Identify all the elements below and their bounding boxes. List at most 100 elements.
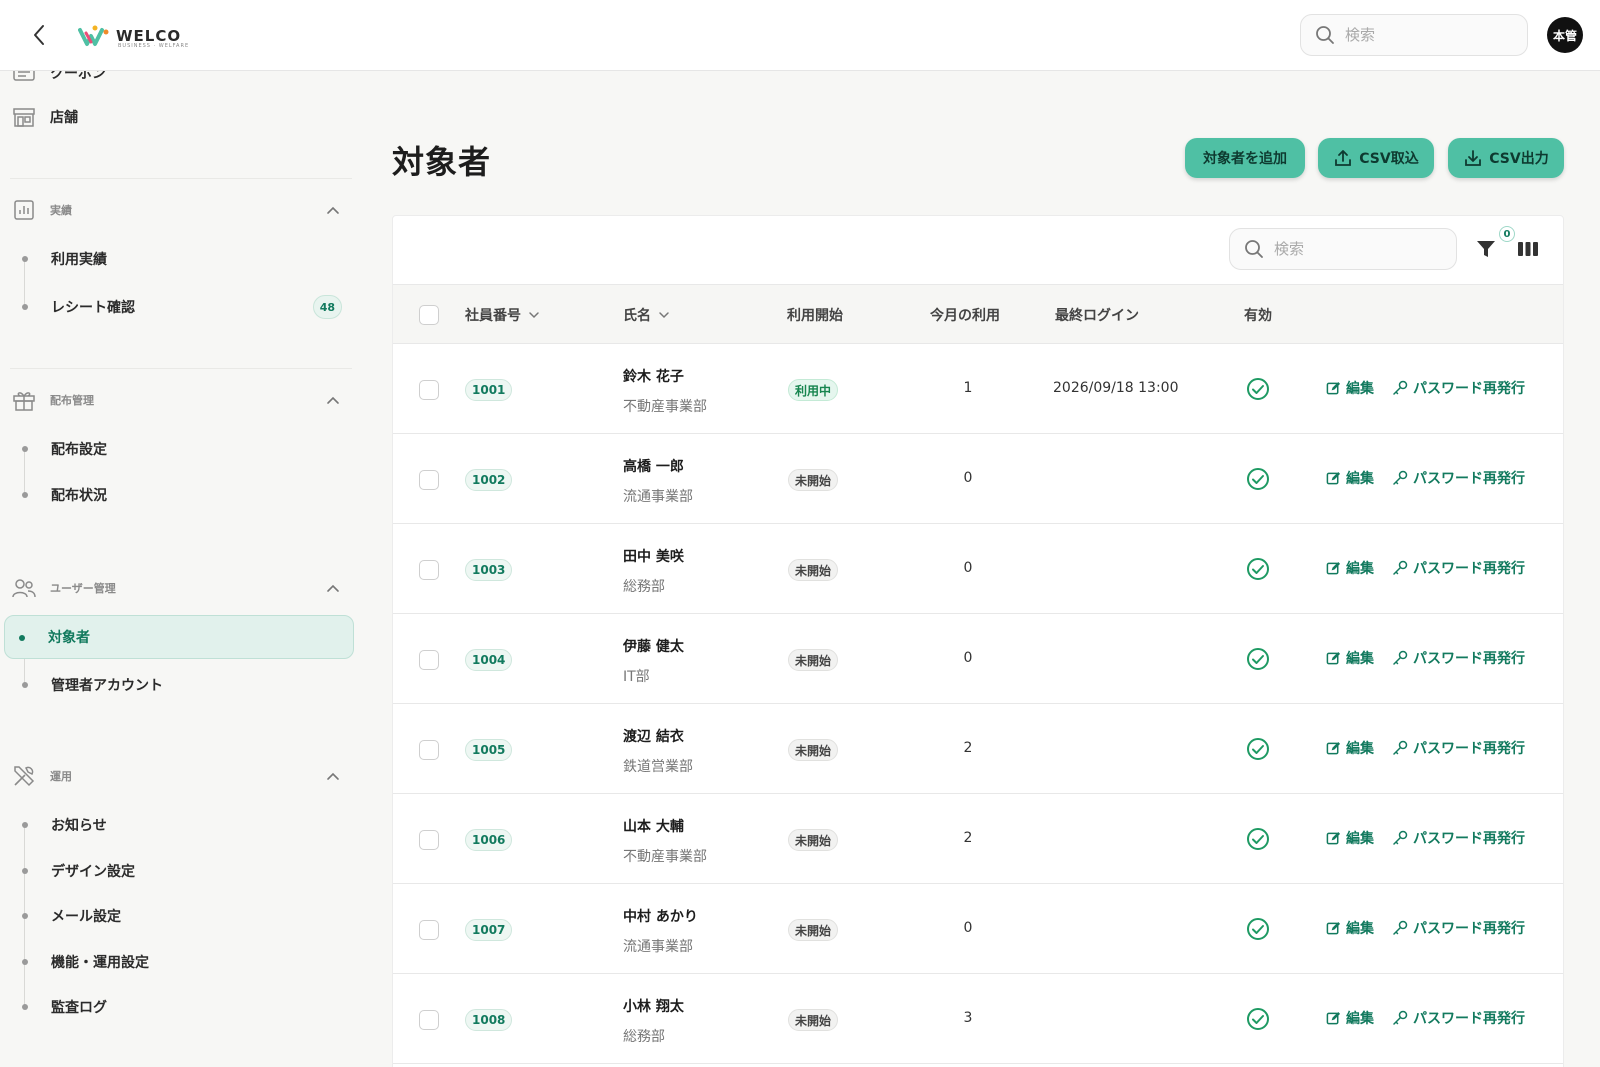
section-title: 運用 [50,770,72,783]
key-icon [1393,740,1408,755]
edit-button[interactable]: 編集 [1326,1008,1374,1028]
sidebar-item-store[interactable]: 店舗 [10,95,356,139]
employee-department: 総務部 [623,579,665,595]
table-search[interactable] [1229,228,1457,270]
edit-button[interactable]: 編集 [1326,378,1374,398]
sidebar-item-targets[interactable]: 対象者 [4,615,354,659]
sidebar-item-design-settings[interactable]: デザイン設定 [8,849,354,893]
edit-icon [1326,741,1341,754]
ticket-icon [10,71,38,87]
row-checkbox[interactable] [419,830,439,850]
sidebar-item-mail-settings[interactable]: メール設定 [8,894,354,938]
edit-icon [1326,471,1341,484]
row-checkbox[interactable] [419,740,439,760]
section-title: 実績 [50,204,72,217]
sidebar-item-coupon[interactable]: クーポン [10,71,356,95]
edit-label: 編集 [1346,1011,1374,1027]
bullet-dot [22,822,28,828]
add-target-button[interactable]: 対象者を追加 [1185,138,1305,178]
select-all-checkbox[interactable] [419,305,439,325]
table-row[interactable]: 1002 高橋 一郎 流通事業部 未開始 0 編集 パスワード再発行 [393,434,1563,524]
tools-icon [10,762,38,790]
reset-password-button[interactable]: パスワード再発行 [1392,468,1525,488]
employee-name: 田中 美咲 [623,549,684,565]
table-row[interactable]: 1003 田中 美咲 総務部 未開始 0 編集 パスワード再発行 [393,524,1563,614]
edit-button[interactable]: 編集 [1326,558,1374,578]
row-checkbox[interactable] [419,650,439,670]
employee-number-badge: 1006 [465,829,513,851]
chevron-up-icon[interactable] [324,391,342,409]
table-row[interactable]: 1005 渡辺 結衣 鉄道営業部 未開始 2 編集 パスワード再発行 [393,704,1563,794]
table-row[interactable]: 1004 伊藤 健太 IT部 未開始 0 編集 パスワード再発行 [393,614,1563,704]
edit-icon [1326,921,1341,934]
back-button[interactable] [26,22,52,48]
section-results[interactable]: 実績 [10,195,350,225]
row-checkbox[interactable] [419,1010,439,1030]
targets-table-card: 0 社員番号 氏名 利用開始 今月の利用 最終ログイン 有効 1001 鈴木 花子… [392,215,1564,1067]
edit-label: 編集 [1346,381,1374,397]
table-row[interactable]: 1008 小林 翔太 総務部 未開始 3 編集 パスワード再発行 [393,974,1563,1064]
column-header-emp-no[interactable]: 社員番号 [465,305,541,325]
search-icon [1316,26,1334,44]
sidebar-item-usage-results[interactable]: 利用実績 [8,237,354,281]
sidebar-item-feature-settings[interactable]: 機能・運用設定 [8,940,354,984]
edit-button[interactable]: 編集 [1326,918,1374,938]
reset-password-label: パスワード再発行 [1413,651,1525,667]
filter-button[interactable] [1473,236,1499,262]
sidebar-item-notices[interactable]: お知らせ [8,803,354,847]
key-icon [1393,1010,1408,1025]
column-header-last-login: 最終ログイン [1055,305,1139,325]
csv-import-button[interactable]: CSV取込 [1318,138,1434,178]
global-search-input[interactable] [1345,26,1505,44]
sidebar-item-distribution-status[interactable]: 配布状況 [8,473,354,517]
table-row[interactable]: 1001 鈴木 花子 不動産事業部 利用中 1 2026/09/18 13:00 編集 パスワ… [393,344,1563,434]
status-badge: 未開始 [788,829,839,851]
section-operations[interactable]: 運用 [10,761,350,791]
download-icon [1465,150,1482,166]
edit-button[interactable]: 編集 [1326,648,1374,668]
row-checkbox[interactable] [419,560,439,580]
csv-export-button[interactable]: CSV出力 [1448,138,1564,178]
logo-mark-icon [78,25,109,46]
employee-name: 山本 大輔 [623,819,684,835]
upload-icon [1335,150,1352,166]
employee-name: 伊藤 健太 [623,639,684,655]
columns-button[interactable] [1515,236,1541,262]
row-checkbox[interactable] [419,380,439,400]
sidebar-item-distribution-settings[interactable]: 配布設定 [8,427,354,471]
reset-password-button[interactable]: パスワード再発行 [1392,378,1525,398]
edit-button[interactable]: 編集 [1326,468,1374,488]
column-header-name[interactable]: 氏名 [623,305,671,325]
reset-password-button[interactable]: パスワード再発行 [1392,558,1525,578]
welco-logo[interactable]: WELCO BUSINESS · WELFARE [78,22,188,50]
button-label: 対象者を追加 [1203,151,1287,167]
page-title: 対象者 [392,143,492,181]
chevron-up-icon[interactable] [324,767,342,785]
table-row[interactable]: 1007 中村 あかり 流通事業部 未開始 0 編集 パスワード再発行 [393,884,1563,974]
user-avatar[interactable]: 本管 [1547,17,1583,53]
edit-button[interactable]: 編集 [1326,828,1374,848]
reset-password-button[interactable]: パスワード再発行 [1392,918,1525,938]
chevron-up-icon[interactable] [324,579,342,597]
reset-password-button[interactable]: パスワード再発行 [1392,648,1525,668]
edit-button[interactable]: 編集 [1326,738,1374,758]
row-checkbox[interactable] [419,920,439,940]
row-checkbox[interactable] [419,470,439,490]
section-user-management[interactable]: ユーザー管理 [10,573,350,603]
global-search[interactable] [1300,14,1528,56]
status-badge: 利用中 [788,379,839,401]
sidebar-item-receipt-check[interactable]: レシート確認 48 [8,285,354,329]
sidebar-item-label: クーポン [50,71,106,82]
sidebar-item-audit-log[interactable]: 監査ログ [8,985,354,1029]
sidebar-item-admin-accounts[interactable]: 管理者アカウント [8,663,354,707]
chevron-up-icon[interactable] [324,201,342,219]
reset-password-label: パスワード再発行 [1413,741,1525,757]
table-search-input[interactable] [1274,240,1434,258]
employee-department: IT部 [623,669,650,685]
reset-password-button[interactable]: パスワード再発行 [1392,738,1525,758]
reset-password-button[interactable]: パスワード再発行 [1392,828,1525,848]
key-icon [1393,920,1408,935]
table-row[interactable]: 1006 山本 大輔 不動産事業部 未開始 2 編集 パスワード再発行 [393,794,1563,884]
reset-password-button[interactable]: パスワード再発行 [1392,1008,1525,1028]
section-distribution[interactable]: 配布管理 [10,385,350,415]
